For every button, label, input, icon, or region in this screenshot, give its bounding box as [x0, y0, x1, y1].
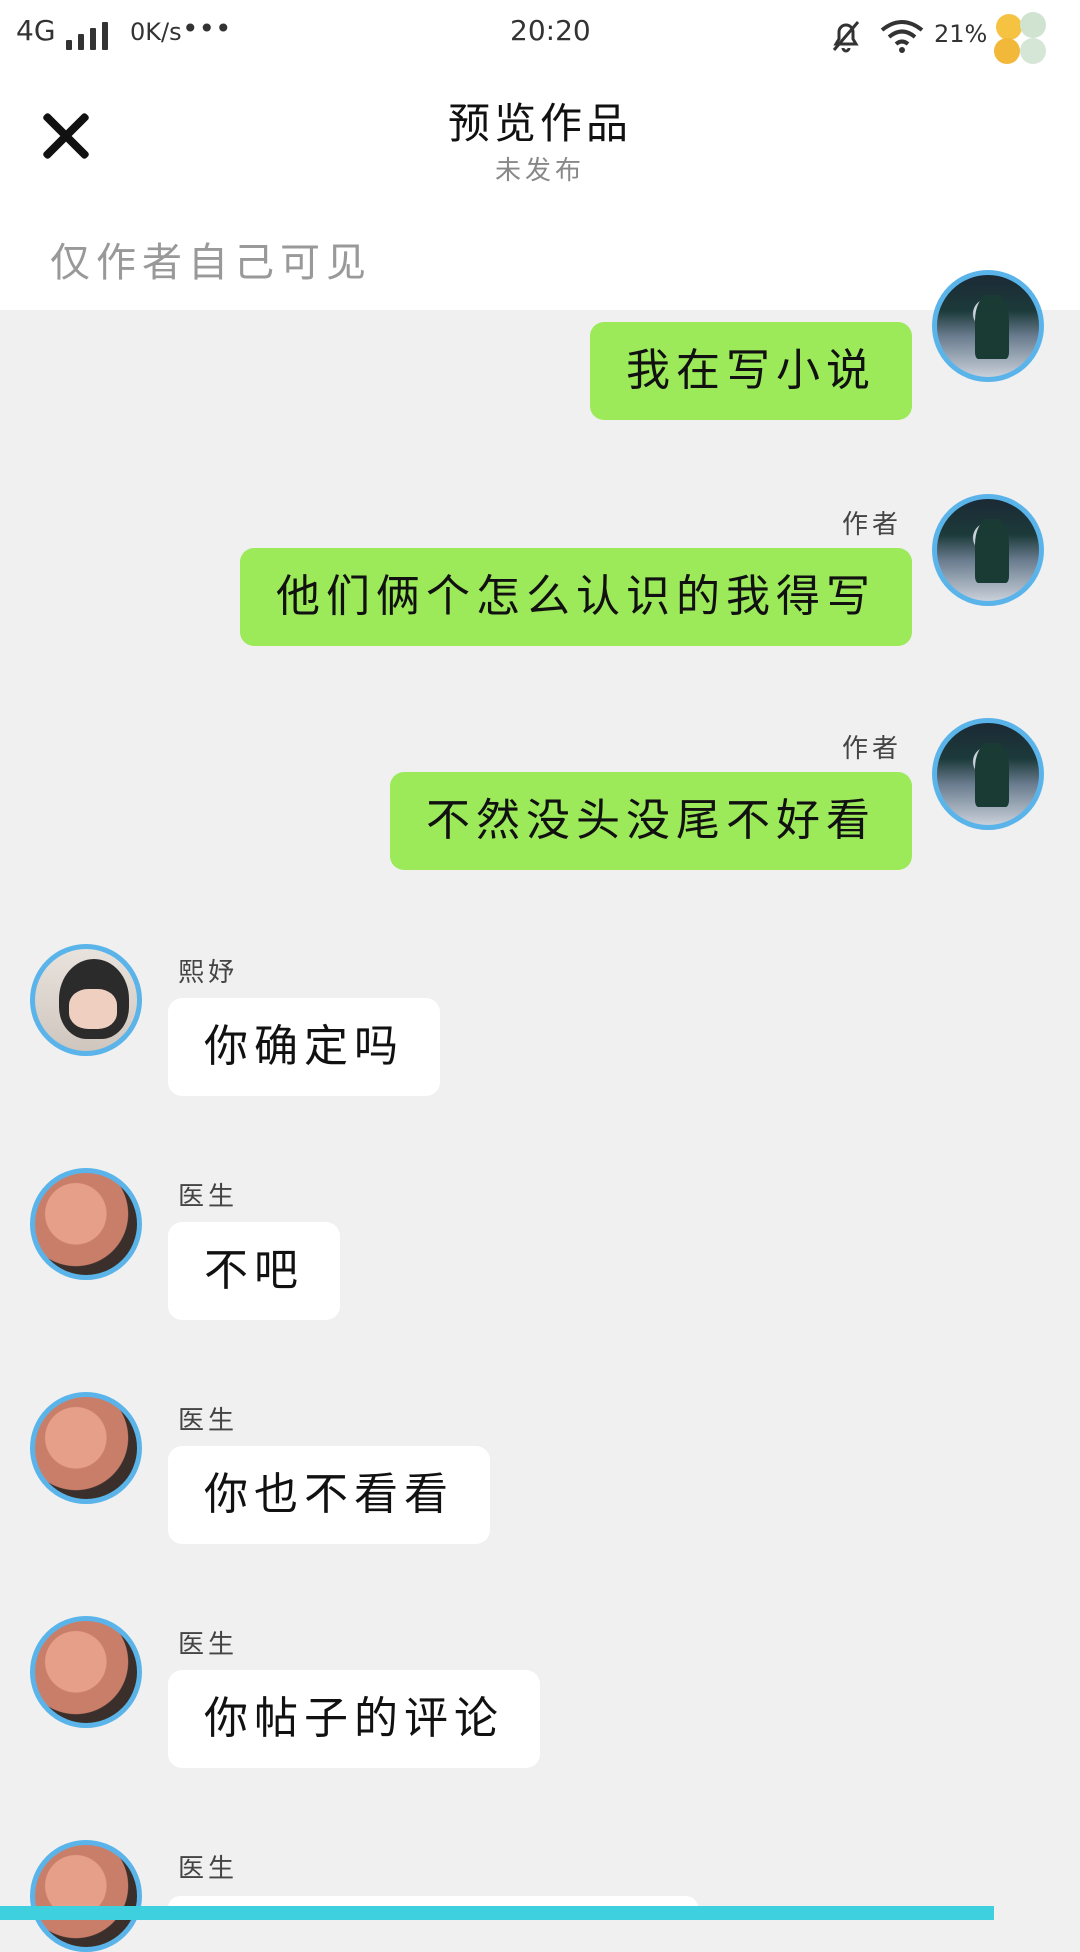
message-bubble: 你确定吗 [168, 998, 440, 1096]
preview-header: 预览作品 未发布 仅作者自己可见 [0, 70, 1080, 310]
message-bubble: 你帖子的评论 [168, 1670, 540, 1768]
doctor-avatar[interactable] [30, 1840, 142, 1952]
message-bubble: 我在写小说 [590, 322, 912, 420]
sender-name: 医生 [178, 1182, 239, 1212]
network-speed: 0K/s [130, 18, 182, 46]
sender-name: 医生 [178, 1406, 239, 1436]
signal-icon [66, 22, 110, 50]
mute-bell-icon [832, 21, 860, 53]
sender-name: 作者 [841, 510, 902, 540]
clock: 20:20 [510, 14, 591, 47]
sender-name: 医生 [178, 1630, 239, 1660]
doctor-avatar[interactable] [30, 1392, 142, 1504]
message-bubble: 不吧 [168, 1222, 340, 1320]
bottom-progress-bar [0, 1906, 994, 1920]
visibility-note: 仅作者自己可见 [50, 240, 372, 286]
network-type: 4G [16, 14, 56, 47]
publish-status: 未发布 [494, 156, 585, 186]
message-bubble: 不然没头没尾不好看 [390, 772, 912, 870]
doctor-avatar[interactable] [30, 1616, 142, 1728]
sender-name: 熙妤 [178, 958, 239, 988]
more-dots-icon: ••• [182, 12, 232, 45]
message-bubble: 你也不看看 [168, 1446, 490, 1544]
author-avatar[interactable] [932, 718, 1044, 830]
author-avatar[interactable] [932, 270, 1044, 382]
sender-name: 医生 [178, 1854, 239, 1884]
status-bar: 4G 0K/s ••• 20:20 21% [0, 0, 1080, 70]
page-title: 预览作品 [447, 99, 632, 148]
doctor-avatar[interactable] [30, 1168, 142, 1280]
author-avatar[interactable] [932, 494, 1044, 606]
wifi-icon [880, 20, 924, 53]
battery-level: 21% [934, 20, 988, 48]
message-bubble: 他们俩个怎么认识的我得写 [240, 548, 912, 646]
sender-name: 作者 [841, 734, 902, 764]
xiyu-avatar[interactable] [30, 944, 142, 1056]
clover-icon [990, 8, 1050, 68]
